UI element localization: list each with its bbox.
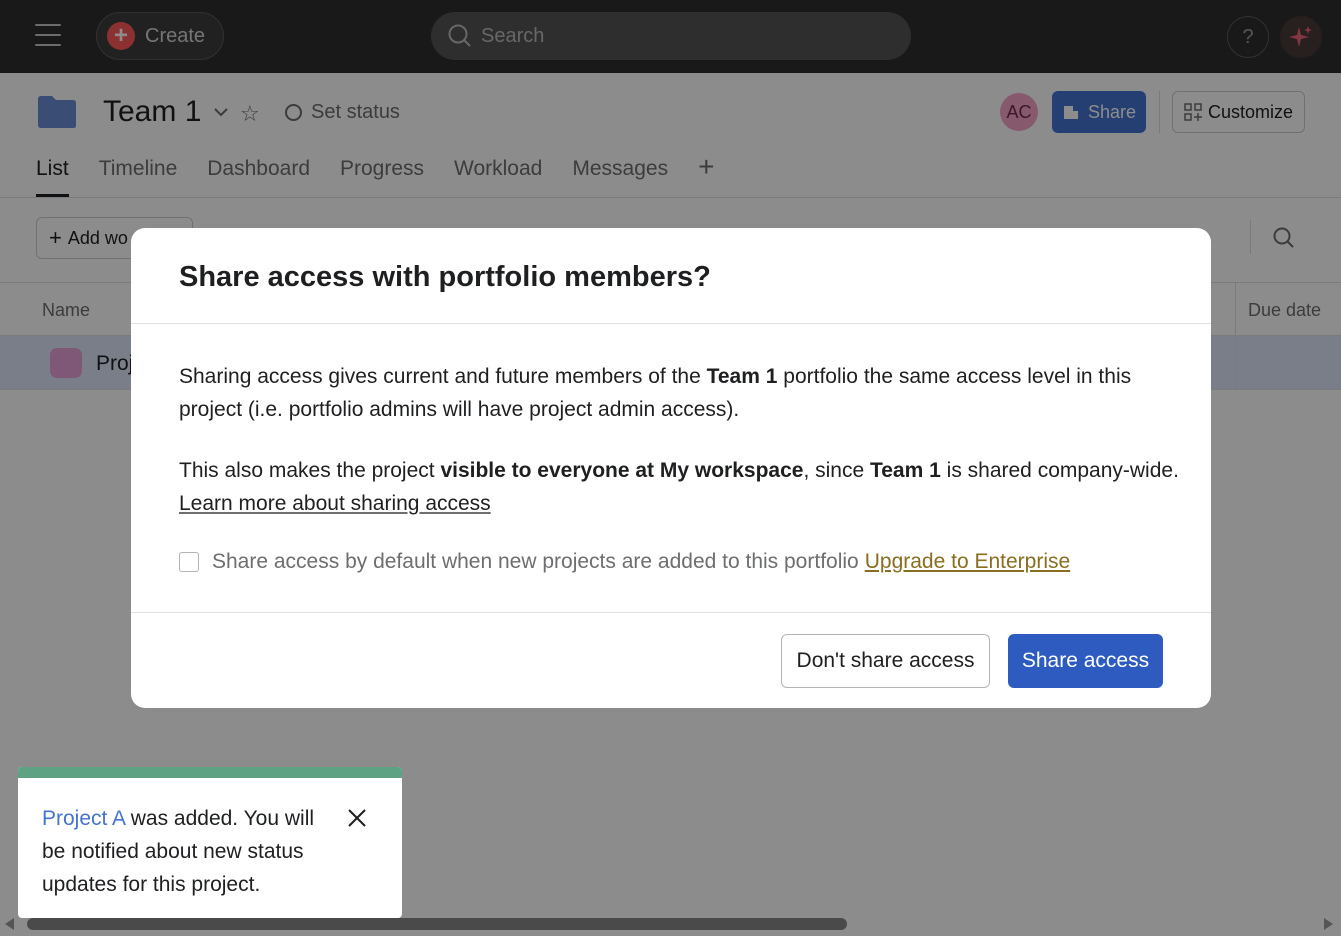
divider xyxy=(131,323,1211,324)
horizontal-scrollbar[interactable] xyxy=(0,916,1341,934)
scroll-right-icon[interactable] xyxy=(1324,918,1333,930)
scrollbar-thumb[interactable] xyxy=(27,918,847,930)
portfolio-name: Team 1 xyxy=(706,365,778,388)
text: , since xyxy=(803,459,870,482)
dialog-paragraph-2: This also makes the project visible to e… xyxy=(179,454,1179,520)
toast-message: Project A was added. You will be notifie… xyxy=(42,802,332,901)
close-icon[interactable] xyxy=(346,807,368,829)
share-access-dialog: Share access with portfolio members? Sha… xyxy=(131,228,1211,708)
toast-notification: Project A was added. You will be notifie… xyxy=(18,767,402,918)
text: This also makes the project xyxy=(179,459,441,482)
project-link[interactable]: Project A xyxy=(42,807,125,830)
default-share-checkbox[interactable] xyxy=(179,552,199,572)
dialog-body: Sharing access gives current and future … xyxy=(179,360,1179,548)
text: Sharing access gives current and future … xyxy=(179,365,707,388)
checkbox-label: Share access by default when new project… xyxy=(212,550,859,573)
divider xyxy=(131,612,1211,613)
dont-share-button[interactable]: Don't share access xyxy=(781,634,990,688)
portfolio-name: Team 1 xyxy=(869,459,941,482)
upgrade-link[interactable]: Upgrade to Enterprise xyxy=(865,550,1070,574)
text: is shared company-wide. xyxy=(940,459,1179,482)
share-access-button[interactable]: Share access xyxy=(1008,634,1163,688)
default-share-option: Share access by default when new project… xyxy=(179,550,1070,574)
dialog-paragraph-1: Sharing access gives current and future … xyxy=(179,360,1179,426)
visibility-text: visible to everyone at My workspace xyxy=(440,459,804,482)
learn-more-link[interactable]: Learn more about sharing access xyxy=(179,492,491,515)
toast-accent-bar xyxy=(18,767,402,778)
scroll-left-icon[interactable] xyxy=(5,918,14,930)
dialog-title: Share access with portfolio members? xyxy=(179,261,711,293)
